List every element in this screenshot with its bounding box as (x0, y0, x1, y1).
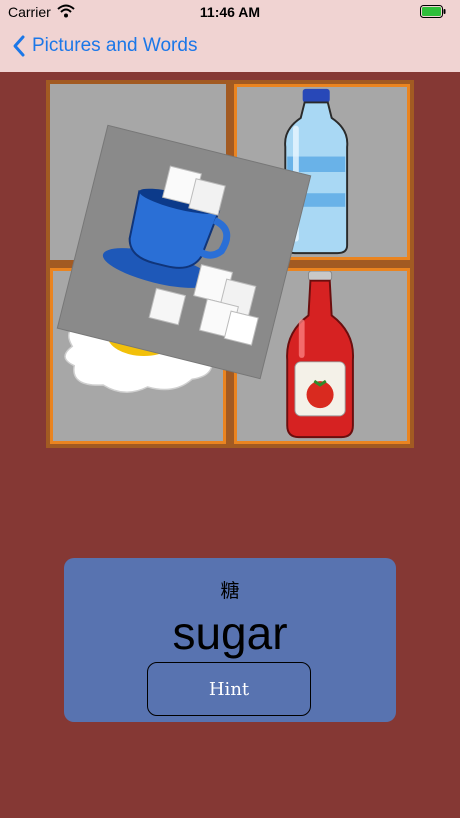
word-card: 糖 sugar Hint (64, 558, 396, 722)
status-bar: Carrier 11:46 AM (0, 0, 460, 24)
status-time: 11:46 AM (199, 4, 261, 20)
back-button-label: Pictures and Words (32, 35, 198, 56)
chevron-left-icon (13, 35, 25, 57)
picture-grid (46, 80, 414, 448)
back-button[interactable]: Pictures and Words (10, 34, 197, 58)
chinese-character: 糖 (220, 580, 240, 602)
hint-button[interactable]: Hint (147, 662, 311, 716)
navigation-bar: Pictures and Words (0, 24, 460, 72)
battery-icon (420, 5, 446, 18)
english-word: sugar (172, 607, 288, 659)
